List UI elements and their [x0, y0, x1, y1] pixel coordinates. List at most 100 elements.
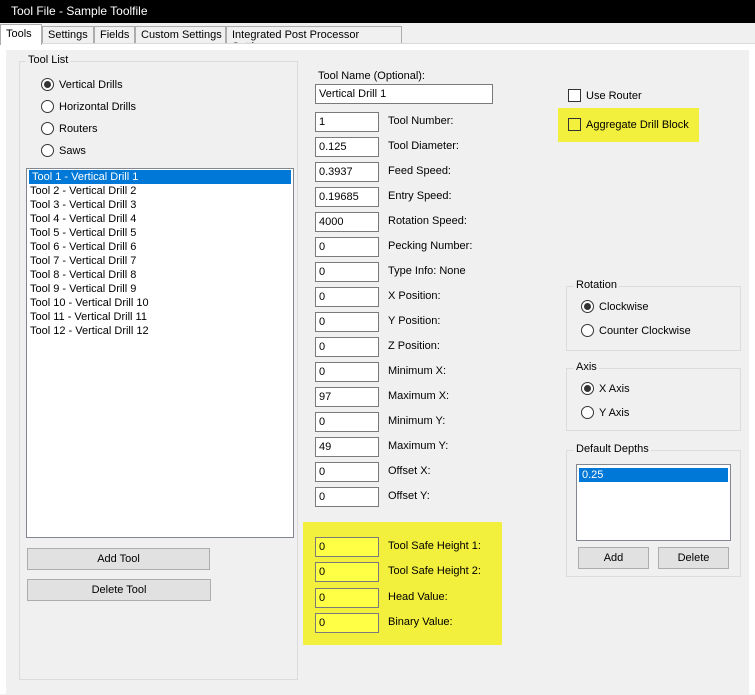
list-item[interactable]: Tool 9 - Vertical Drill 9 [27, 282, 293, 296]
radio-routers[interactable]: Routers [41, 122, 98, 135]
radio-icon [581, 406, 594, 419]
minimum-x-input[interactable]: 0 [315, 362, 379, 382]
z-position-input[interactable]: 0 [315, 337, 379, 357]
axis-group: Axis [566, 361, 741, 431]
tool-name-label: Tool Name (Optional): [318, 70, 425, 82]
radio-checked-icon [41, 78, 54, 91]
maximum-x-label: Maximum X: [388, 390, 450, 402]
tab-tools[interactable]: Tools [0, 24, 42, 45]
radio-label: Horizontal Drills [59, 100, 137, 113]
minimum-y-label: Minimum Y: [388, 415, 446, 427]
add-tool-button[interactable]: Add Tool [27, 548, 210, 570]
tool-listbox[interactable]: Tool 1 - Vertical Drill 1 Tool 2 - Verti… [26, 168, 294, 538]
head-value-label: Head Value: [388, 591, 448, 603]
radio-label: Clockwise [599, 300, 649, 313]
tool-safe-height-2-label: Tool Safe Height 2: [388, 565, 481, 577]
list-item[interactable]: Tool 6 - Vertical Drill 6 [27, 240, 293, 254]
y-position-label: Y Position: [388, 315, 441, 327]
rotation-title: Rotation [574, 279, 619, 291]
offset-x-input[interactable]: 0 [315, 462, 379, 482]
add-depth-button[interactable]: Add [578, 547, 649, 569]
y-position-input[interactable]: 0 [315, 312, 379, 332]
list-item[interactable]: Tool 8 - Vertical Drill 8 [27, 268, 293, 282]
tool-diameter-label: Tool Diameter: [388, 140, 459, 152]
tool-number-input[interactable]: 1 [315, 112, 379, 132]
radio-checked-icon [581, 300, 594, 313]
binary-value-input[interactable]: 0 [315, 613, 379, 633]
radio-label: X Axis [599, 382, 630, 395]
offset-x-label: Offset X: [388, 465, 431, 477]
checkbox-icon [568, 89, 581, 102]
minimum-x-label: Minimum X: [388, 365, 447, 377]
x-position-label: X Position: [388, 290, 441, 302]
list-item[interactable]: Tool 4 - Vertical Drill 4 [27, 212, 293, 226]
tab-fields[interactable]: Fields [94, 26, 135, 44]
tool-diameter-input[interactable]: 0.125 [315, 137, 379, 157]
maximum-y-label: Maximum Y: [388, 440, 449, 452]
radio-saws[interactable]: Saws [41, 144, 86, 157]
rotation-group: Rotation [566, 279, 741, 351]
radio-label: Saws [59, 144, 86, 157]
radio-y-axis[interactable]: Y Axis [581, 406, 629, 419]
maximum-x-input[interactable]: 97 [315, 387, 379, 407]
checkbox-label: Aggregate Drill Block [586, 118, 689, 131]
tab-integrated-post-processor-settings[interactable]: Integrated Post Processor Settings [226, 26, 402, 53]
aggregate-drill-block-checkbox[interactable]: Aggregate Drill Block [568, 118, 689, 131]
pecking-number-label: Pecking Number: [388, 240, 473, 252]
list-item[interactable]: Tool 5 - Vertical Drill 5 [27, 226, 293, 240]
tool-safe-height-2-input[interactable]: 0 [315, 562, 379, 582]
list-item[interactable]: 0.25 [579, 468, 728, 482]
type-info-label: Type Info: None [388, 265, 466, 277]
entry-speed-input[interactable]: 0.19685 [315, 187, 379, 207]
binary-value-label: Binary Value: [388, 616, 453, 628]
tab-settings[interactable]: Settings [42, 26, 94, 44]
window-title: Tool File - Sample Toolfile [0, 0, 755, 23]
type-info-input[interactable]: 0 [315, 262, 379, 282]
radio-x-axis[interactable]: X Axis [581, 382, 630, 395]
minimum-y-input[interactable]: 0 [315, 412, 379, 432]
delete-tool-button[interactable]: Delete Tool [27, 579, 211, 601]
tool-number-label: Tool Number: [388, 115, 454, 127]
tool-safe-height-1-label: Tool Safe Height 1: [388, 540, 481, 552]
radio-label: Vertical Drills [59, 78, 123, 91]
tab-custom-settings[interactable]: Custom Settings [135, 26, 226, 44]
radio-label: Counter Clockwise [599, 324, 691, 337]
head-value-input[interactable]: 0 [315, 588, 379, 608]
list-item[interactable]: Tool 12 - Vertical Drill 12 [27, 324, 293, 338]
tool-name-input[interactable]: Vertical Drill 1 [315, 84, 493, 104]
axis-title: Axis [574, 361, 599, 373]
delete-depth-button[interactable]: Delete [658, 547, 729, 569]
list-item[interactable]: Tool 10 - Vertical Drill 10 [27, 296, 293, 310]
offset-y-input[interactable]: 0 [315, 487, 379, 507]
maximum-y-input[interactable]: 49 [315, 437, 379, 457]
list-item[interactable]: Tool 11 - Vertical Drill 11 [27, 310, 293, 324]
radio-label: Y Axis [599, 406, 630, 419]
x-position-input[interactable]: 0 [315, 287, 379, 307]
feed-speed-input[interactable]: 0.3937 [315, 162, 379, 182]
rotation-speed-input[interactable]: 4000 [315, 212, 379, 232]
feed-speed-label: Feed Speed: [388, 165, 451, 177]
radio-icon [41, 144, 54, 157]
checkbox-icon [568, 118, 581, 131]
z-position-label: Z Position: [388, 340, 440, 352]
radio-vertical-drills[interactable]: Vertical Drills [41, 78, 123, 91]
radio-icon [41, 122, 54, 135]
tool-list-title: Tool List [26, 54, 71, 66]
tool-safe-height-1-input[interactable]: 0 [315, 537, 379, 557]
use-router-checkbox[interactable]: Use Router [568, 89, 642, 102]
default-depths-title: Default Depths [574, 443, 651, 455]
radio-horizontal-drills[interactable]: Horizontal Drills [41, 100, 136, 113]
radio-counter-clockwise[interactable]: Counter Clockwise [581, 324, 691, 337]
radio-label: Routers [59, 122, 98, 135]
radio-clockwise[interactable]: Clockwise [581, 300, 649, 313]
list-item[interactable]: Tool 2 - Vertical Drill 2 [27, 184, 293, 198]
list-item[interactable]: Tool 7 - Vertical Drill 7 [27, 254, 293, 268]
list-item[interactable]: Tool 1 - Vertical Drill 1 [29, 170, 291, 184]
entry-speed-label: Entry Speed: [388, 190, 452, 202]
list-item[interactable]: Tool 3 - Vertical Drill 3 [27, 198, 293, 212]
rotation-speed-label: Rotation Speed: [388, 215, 467, 227]
pecking-number-input[interactable]: 0 [315, 237, 379, 257]
tab-bar: Tools Settings Fields Custom Settings In… [0, 24, 755, 53]
radio-icon [581, 324, 594, 337]
default-depths-listbox[interactable]: 0.25 [576, 464, 731, 541]
